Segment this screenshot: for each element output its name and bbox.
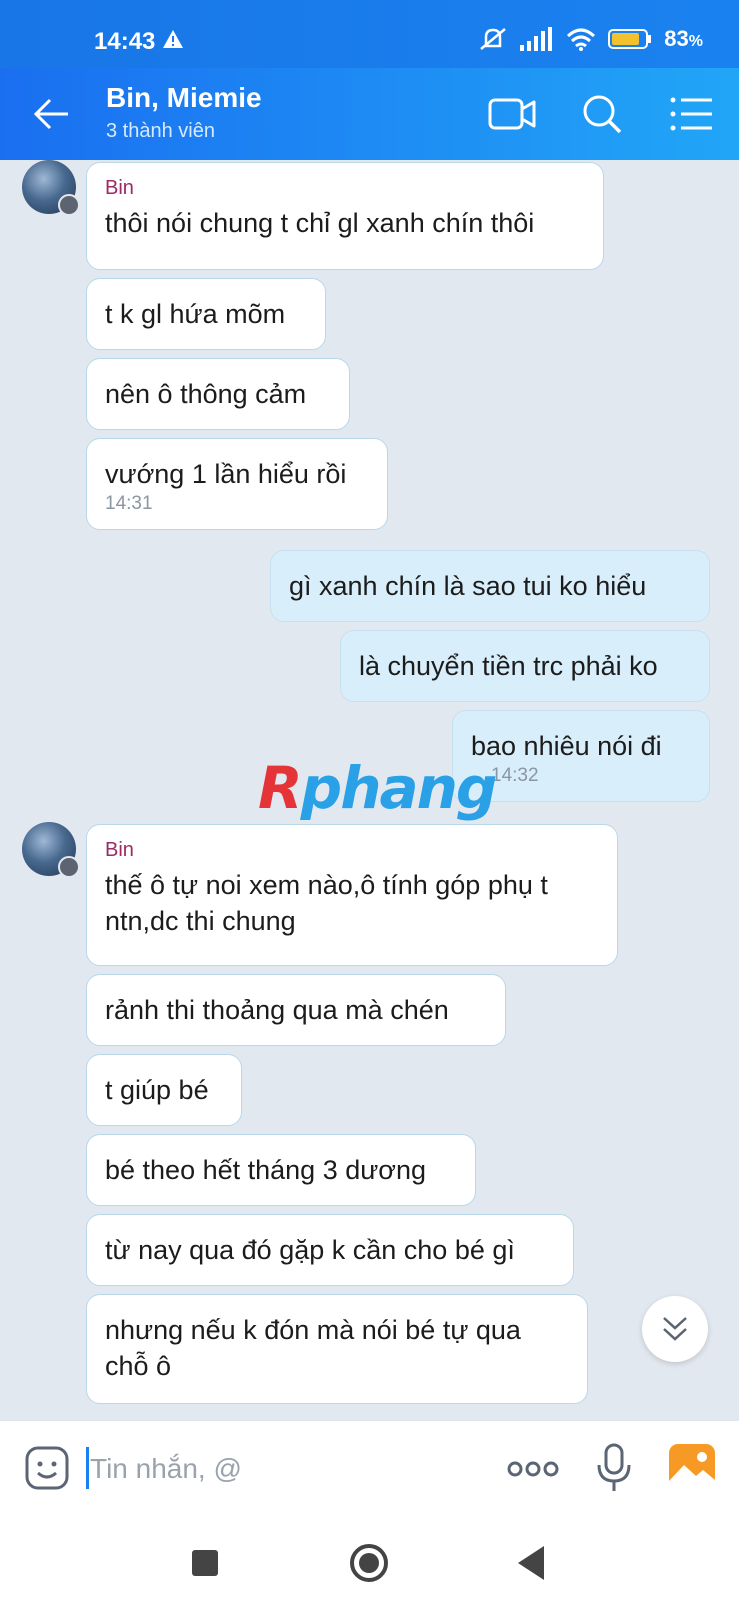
mute-vibrate-icon [480, 28, 507, 50]
message-text: nhưng nếu k đón mà nói bé tự qua chỗ ô [105, 1315, 521, 1381]
signal-icon [520, 27, 553, 51]
my-message-bubble[interactable]: là chuyển tiền trc phải ko [340, 630, 710, 702]
avatar[interactable] [22, 160, 80, 216]
warning-icon [163, 30, 183, 48]
message-text: nên ô thông cảm [105, 379, 307, 409]
message-text: gì xanh chín là sao tui ko hiểu [289, 571, 647, 601]
message-time: 14:32 [491, 765, 539, 786]
message-text: rảnh thi thoảng qua mà chén [105, 995, 449, 1025]
message-text: t giúp bé [105, 1075, 209, 1105]
menu-list-icon[interactable] [668, 92, 716, 136]
back-triangle-icon[interactable] [518, 1546, 544, 1580]
back-arrow-icon[interactable] [30, 92, 74, 136]
message-bubble[interactable]: Bin thôi nói chung t chỉ gl xanh chín th… [86, 162, 604, 270]
message-text: bé theo hết tháng 3 dương [105, 1155, 427, 1185]
message-bubble[interactable]: nhưng nếu k đón mà nói bé tự qua chỗ ô [86, 1294, 588, 1404]
message-time: 14:31 [105, 493, 153, 514]
key-icon [58, 194, 80, 216]
message-bubble[interactable]: t giúp bé [86, 1054, 242, 1126]
message-text: t k gl hứa mõm [105, 299, 286, 329]
member-count[interactable]: 3 thành viên [106, 120, 215, 143]
message-bubble[interactable]: nên ô thông cảm [86, 358, 350, 430]
search-icon[interactable] [578, 92, 626, 136]
message-text: từ nay qua đó gặp k cần cho bé gì [105, 1235, 515, 1265]
watermark-logo: Rphang [258, 754, 497, 822]
text-cursor [86, 1447, 89, 1489]
wifi-icon [567, 28, 596, 51]
system-nav-bar [0, 1520, 739, 1600]
recent-apps-icon[interactable] [192, 1550, 218, 1576]
scroll-down-button[interactable] [642, 1296, 708, 1362]
home-icon[interactable] [350, 1544, 388, 1582]
sender-name: Bin [105, 177, 134, 199]
chat-messages[interactable]: Bin thôi nói chung t chỉ gl xanh chín th… [0, 160, 739, 1420]
my-message-bubble[interactable]: gì xanh chín là sao tui ko hiểu [270, 550, 710, 622]
battery-level: 83% [664, 26, 703, 51]
status-bar: 14:43 83% [0, 0, 739, 68]
key-icon [58, 856, 80, 878]
sticker-icon[interactable] [24, 1445, 70, 1491]
status-icons: 83% [478, 26, 703, 52]
message-text: là chuyển tiền trc phải ko [359, 651, 658, 681]
avatar[interactable] [22, 822, 80, 878]
chat-header: Bin, Miemie 3 thành viên [0, 68, 739, 160]
message-bubble[interactable]: vướng 1 lần hiểu rồi 14:31 [86, 438, 388, 530]
message-bubble[interactable]: t k gl hứa mõm [86, 278, 326, 350]
message-input-bar [0, 1420, 739, 1520]
message-bubble[interactable]: bé theo hết tháng 3 dương [86, 1134, 476, 1206]
sender-name: Bin [105, 839, 134, 861]
message-bubble[interactable]: Bin thế ô tự noi xem nào,ô tính góp phụ … [86, 824, 618, 966]
message-input[interactable] [90, 1447, 480, 1491]
battery-icon [608, 29, 652, 49]
video-call-icon[interactable] [488, 92, 536, 136]
message-text: vướng 1 lần hiểu rồi [105, 459, 347, 489]
status-time: 14:43 [94, 28, 156, 55]
message-text: thôi nói chung t chỉ gl xanh chín thôi [105, 208, 535, 238]
message-text: bao nhiêu nói đi [471, 731, 662, 761]
more-options-icon[interactable] [506, 1457, 560, 1481]
message-text: thế ô tự noi xem nào,ô tính góp phụ t nt… [105, 870, 548, 936]
microphone-icon[interactable] [596, 1443, 632, 1493]
chat-title[interactable]: Bin, Miemie [106, 82, 262, 114]
message-bubble[interactable]: từ nay qua đó gặp k cần cho bé gì [86, 1214, 574, 1286]
message-bubble[interactable]: rảnh thi thoảng qua mà chén [86, 974, 506, 1046]
image-icon[interactable] [668, 1443, 716, 1489]
double-chevron-down-icon [663, 1317, 687, 1341]
